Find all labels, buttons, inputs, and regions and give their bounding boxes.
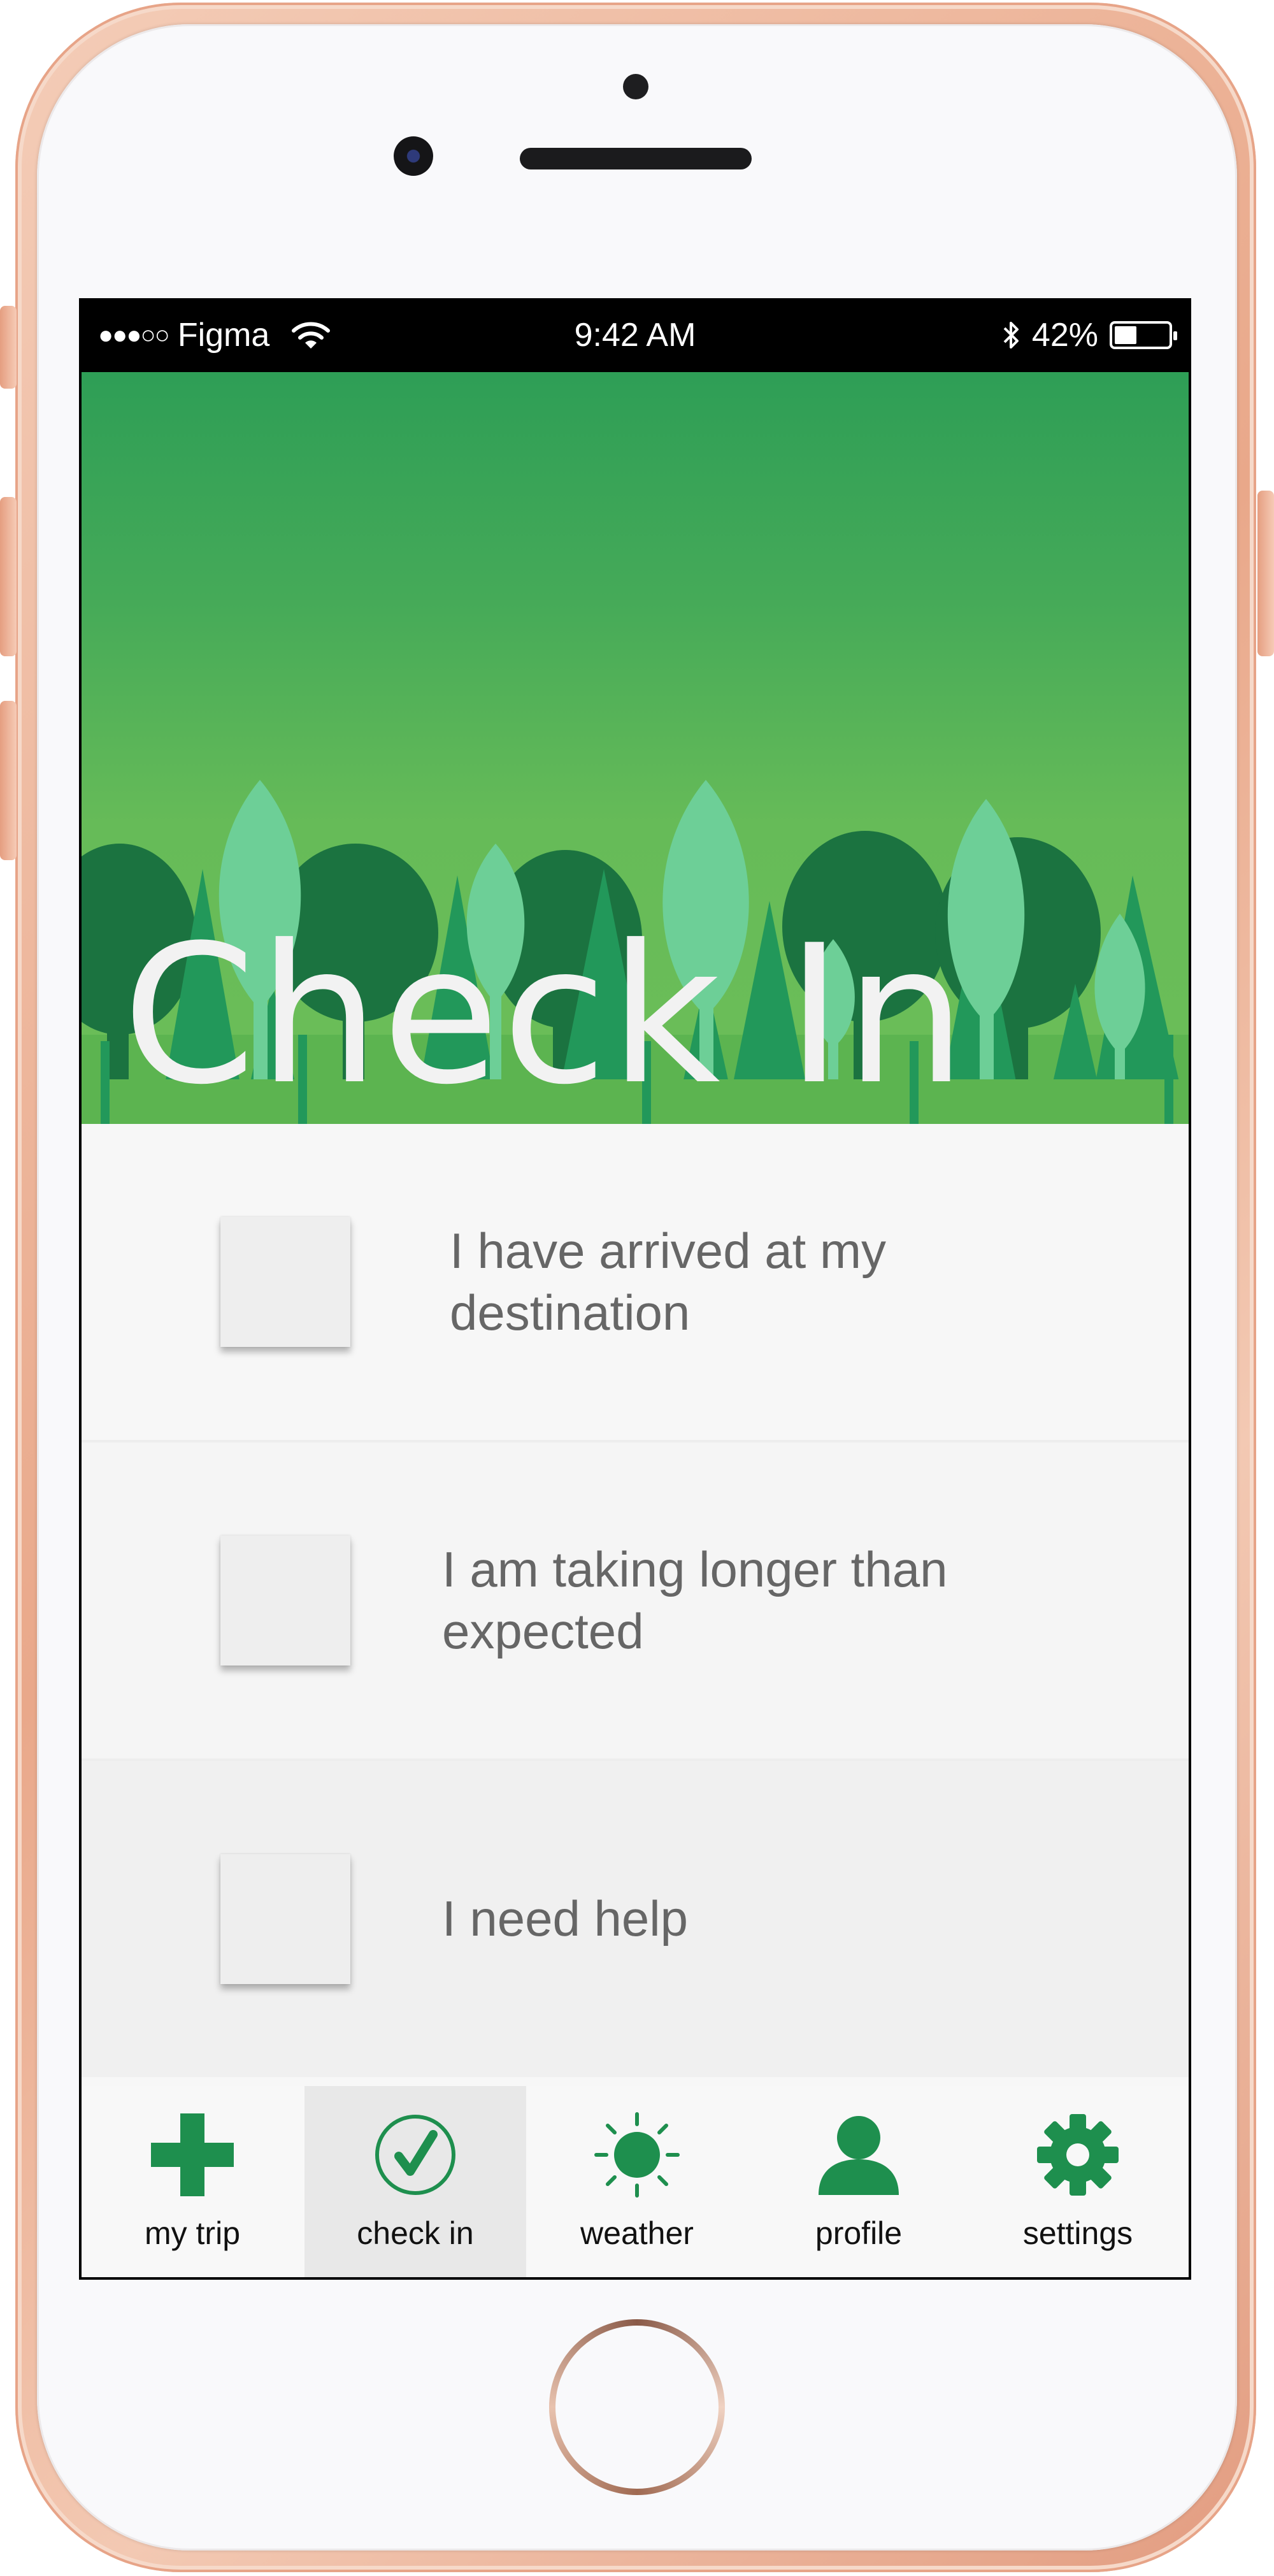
status-bar: ●●●○○ Figma 9:42 AM 42% xyxy=(79,298,1191,372)
person-icon xyxy=(748,2110,970,2199)
tab-label: weather xyxy=(580,2215,694,2251)
plus-icon xyxy=(82,2110,303,2199)
option-label: I have arrived at my destination xyxy=(450,1222,886,1341)
header-banner: Check In xyxy=(82,372,1189,1124)
volume-down-button xyxy=(0,701,17,860)
tab-weather[interactable]: weather xyxy=(526,2086,748,2277)
option-need-help[interactable]: I need help xyxy=(82,1761,1189,2077)
tab-profile[interactable]: profile xyxy=(748,2086,970,2277)
tab-my-trip[interactable]: my trip xyxy=(82,2086,303,2277)
battery-icon xyxy=(1110,321,1177,349)
earpiece-speaker xyxy=(520,148,752,169)
checkbox-arrived[interactable] xyxy=(220,1217,350,1347)
clock: 9:42 AM xyxy=(574,317,696,354)
proximity-sensor xyxy=(623,74,648,99)
sun-icon xyxy=(526,2110,748,2199)
front-camera xyxy=(394,136,433,176)
tab-check-in[interactable]: check in xyxy=(304,2086,526,2277)
tab-settings[interactable]: settings xyxy=(967,2086,1189,2277)
tab-label: profile xyxy=(815,2215,903,2251)
option-taking-longer[interactable]: I am taking longer than expected xyxy=(82,1443,1189,1759)
tab-label: check in xyxy=(357,2215,474,2251)
page-title: Check In xyxy=(122,904,969,1124)
option-label: I am taking longer than expected xyxy=(442,1541,948,1660)
check-circle-icon xyxy=(304,2110,526,2199)
volume-up-button xyxy=(0,497,17,656)
check-in-page: Check In I have arrived at my destinatio… xyxy=(82,372,1189,2277)
bluetooth-icon xyxy=(1001,319,1020,351)
tab-label: settings xyxy=(1022,2215,1133,2251)
mute-switch xyxy=(0,306,17,389)
battery-percentage: 42% xyxy=(1031,317,1098,354)
home-button[interactable] xyxy=(549,2319,725,2495)
tab-label: my trip xyxy=(145,2215,240,2251)
power-button xyxy=(1257,491,1274,656)
option-arrived[interactable]: I have arrived at my destination xyxy=(82,1124,1189,1440)
bottom-tab-bar: my trip check in weather profile setting… xyxy=(82,2086,1189,2277)
checkbox-need-help[interactable] xyxy=(220,1854,350,1984)
option-label: I need help xyxy=(442,1890,689,1947)
app-screen: ●●●○○ Figma 9:42 AM 42% Check In I have … xyxy=(79,298,1191,2280)
checkbox-taking-longer[interactable] xyxy=(220,1536,350,1666)
gear-icon xyxy=(967,2110,1189,2199)
